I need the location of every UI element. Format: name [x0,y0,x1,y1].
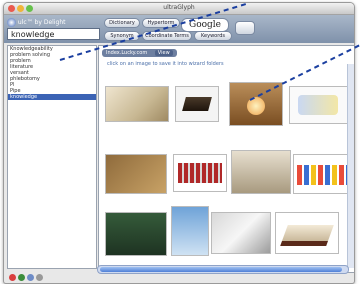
hint-text: click on an image to save it into wizard… [107,61,224,67]
vertical-scrollbar[interactable] [347,64,354,268]
horizontal-scrollbar[interactable] [97,265,349,274]
open-book-image[interactable] [231,150,291,194]
image-results-panel: Index.Lucky.com View click on an image t… [98,45,354,273]
lab-flask-image[interactable] [229,82,283,126]
dictionary-button[interactable]: Dictionary [104,18,140,28]
globe-icon [7,18,16,27]
teacher-image[interactable] [105,212,167,256]
coordinate-terms-button[interactable]: Coordinate Terms [142,31,192,41]
app-window: ultraGlyph ulc™ by Delight Dictionary Hy… [3,2,355,284]
pen-image[interactable] [211,212,271,254]
keywords-button[interactable]: Keywords [194,31,232,41]
scrollbar-thumb[interactable] [100,267,342,272]
synonym-button[interactable]: Synonym [104,31,140,41]
logo-text: ulc™ by Delight [17,19,66,26]
source-bar[interactable]: Index.Lucky.com View [102,49,177,57]
people-icons-image[interactable] [293,154,351,194]
view-button[interactable]: View [154,50,173,56]
source-label: Index.Lucky.com [106,50,148,56]
title-bar: ultraGlyph [4,3,354,15]
closed-book-image[interactable] [275,212,339,254]
window-title: ultraGlyph [163,4,195,11]
sidebar-list[interactable]: Knowledgeability problem solving problem… [7,45,97,269]
book-spines-image[interactable] [173,154,227,192]
scroll-image[interactable] [105,86,169,122]
old-page-image[interactable] [105,154,167,194]
folder-icon[interactable] [27,274,34,281]
chemistry-image[interactable] [289,86,349,124]
hypertorm-button[interactable]: Hypertorm [142,18,180,28]
search-input[interactable]: knowledge [7,28,100,40]
screen-icon[interactable] [235,21,255,35]
google-button[interactable]: Google [181,18,229,32]
status-bar [7,273,67,283]
save-icon[interactable] [18,274,25,281]
record-icon[interactable] [9,274,16,281]
list-item-selected[interactable]: knowledge [8,94,96,100]
books-image[interactable] [175,86,219,122]
statue-image[interactable] [171,206,209,256]
info-icon[interactable] [36,274,43,281]
